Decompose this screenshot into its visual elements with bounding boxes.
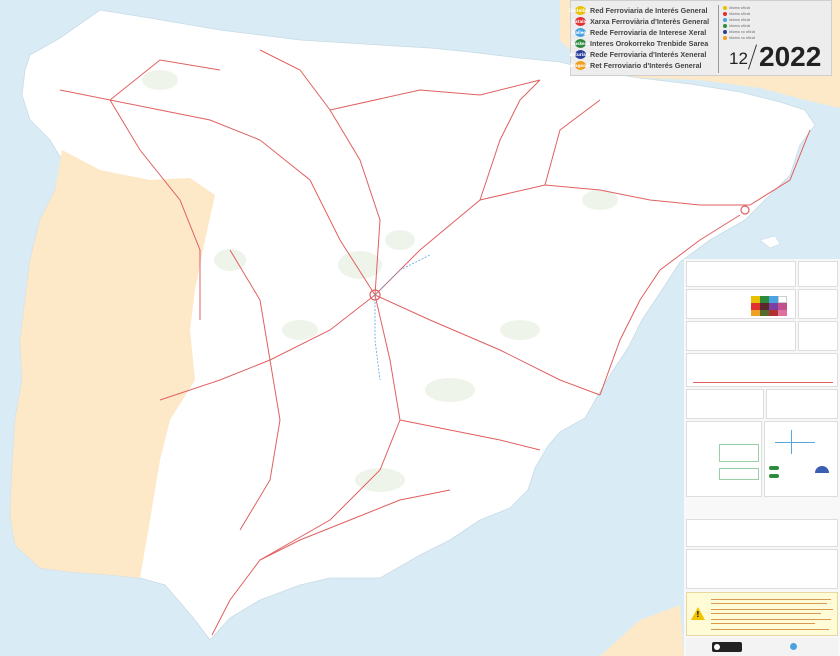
legend-box-speeds (686, 321, 796, 351)
language-status-text: Idioma oficial (729, 6, 751, 10)
network-name-text: Rede Ferroviaria d'Interés Xeneral (590, 50, 707, 59)
language-badge: Catalán (572, 17, 589, 26)
legend-box-gauges (686, 289, 796, 319)
language-status-dot (723, 24, 727, 28)
network-name-text: Ret Ferroviario d'Interés General (590, 61, 702, 70)
legend-box-junctions (798, 261, 838, 287)
language-badge: Euskera (572, 39, 589, 48)
network-name-text: Red Ferroviaria de Interés General (590, 6, 708, 15)
footer-bar (686, 638, 838, 656)
language-status-text: Idioma oficial (729, 18, 751, 22)
language-status-row: Idioma no oficial (723, 35, 755, 41)
operator-sample-box (719, 444, 759, 462)
language-status-dot (723, 6, 727, 10)
network-name-row: Asturiano Rede Ferroviaria d'Interés Xene… (570, 49, 707, 60)
map-stage: Castellano Red Ferroviaria de Interés Gen… (0, 0, 840, 656)
map-title-box: Castellano Red Ferroviaria de Interés Gen… (569, 0, 832, 76)
balearic-islands (759, 235, 781, 249)
language-status-dot (723, 12, 727, 16)
language-status-text: Idioma no oficial (729, 30, 756, 34)
warning-notice: ! (686, 592, 838, 636)
network-name-row: Gallego Rede Ferroviaria de Interese Xera… (572, 27, 707, 38)
africa-land (600, 605, 684, 656)
operator-sample-box-2 (719, 468, 759, 480)
edition-year: 2022 (759, 41, 822, 72)
network-name-text: Xarxa Ferroviària d'Interès General (590, 17, 710, 26)
network-name-row: Aragonés Ret Ferroviario d'Interés Genera… (570, 60, 702, 71)
language-badge: Gallego (572, 28, 589, 37)
date-slash (748, 44, 757, 70)
network-name-row: Catalán Xarxa Ferroviària d'Interès Gener… (572, 16, 710, 27)
language-status-text: Idioma oficial (729, 24, 751, 28)
legend-box-electrification (798, 289, 838, 319)
network-name-text: Rede Ferroviaria de Interese Xeral (590, 28, 707, 37)
language-status-dot (723, 18, 727, 22)
legend-box-signalling (798, 321, 838, 351)
gauge-color-matrix (751, 296, 787, 316)
legend-box-tunnels (766, 389, 838, 419)
language-badge: Aragonés (570, 61, 591, 70)
legend-box-elevation (686, 389, 764, 419)
edition-month: 12 (729, 49, 748, 68)
language-badge: Castellano (569, 6, 592, 15)
language-badge: Asturiano (570, 50, 591, 59)
network-name-row: Euskera Interes Orokorreko Trenbide Sarea (572, 38, 709, 49)
legend-box-notes-a (686, 519, 838, 547)
creative-commons-icon[interactable] (712, 642, 742, 652)
legend-box-stations (686, 353, 838, 387)
language-status-text: Idioma oficial (729, 12, 751, 16)
network-name-row: Castellano Red Ferroviaria de Interés Gen… (569, 5, 708, 16)
warning-exclamation: ! (696, 610, 700, 619)
language-status-text: Idioma no oficial (729, 36, 756, 40)
twitter-icon[interactable] (790, 643, 797, 650)
title-separator (718, 5, 719, 73)
language-status-dot (723, 36, 727, 40)
legend-box-notes-b (686, 549, 838, 589)
legend-box-operators (686, 421, 762, 497)
legend-box-lines (686, 261, 796, 287)
language-status-dot (723, 30, 727, 34)
network-name-text: Interes Orokorreko Trenbide Sarea (590, 39, 709, 48)
legend-box-companies (764, 421, 838, 497)
